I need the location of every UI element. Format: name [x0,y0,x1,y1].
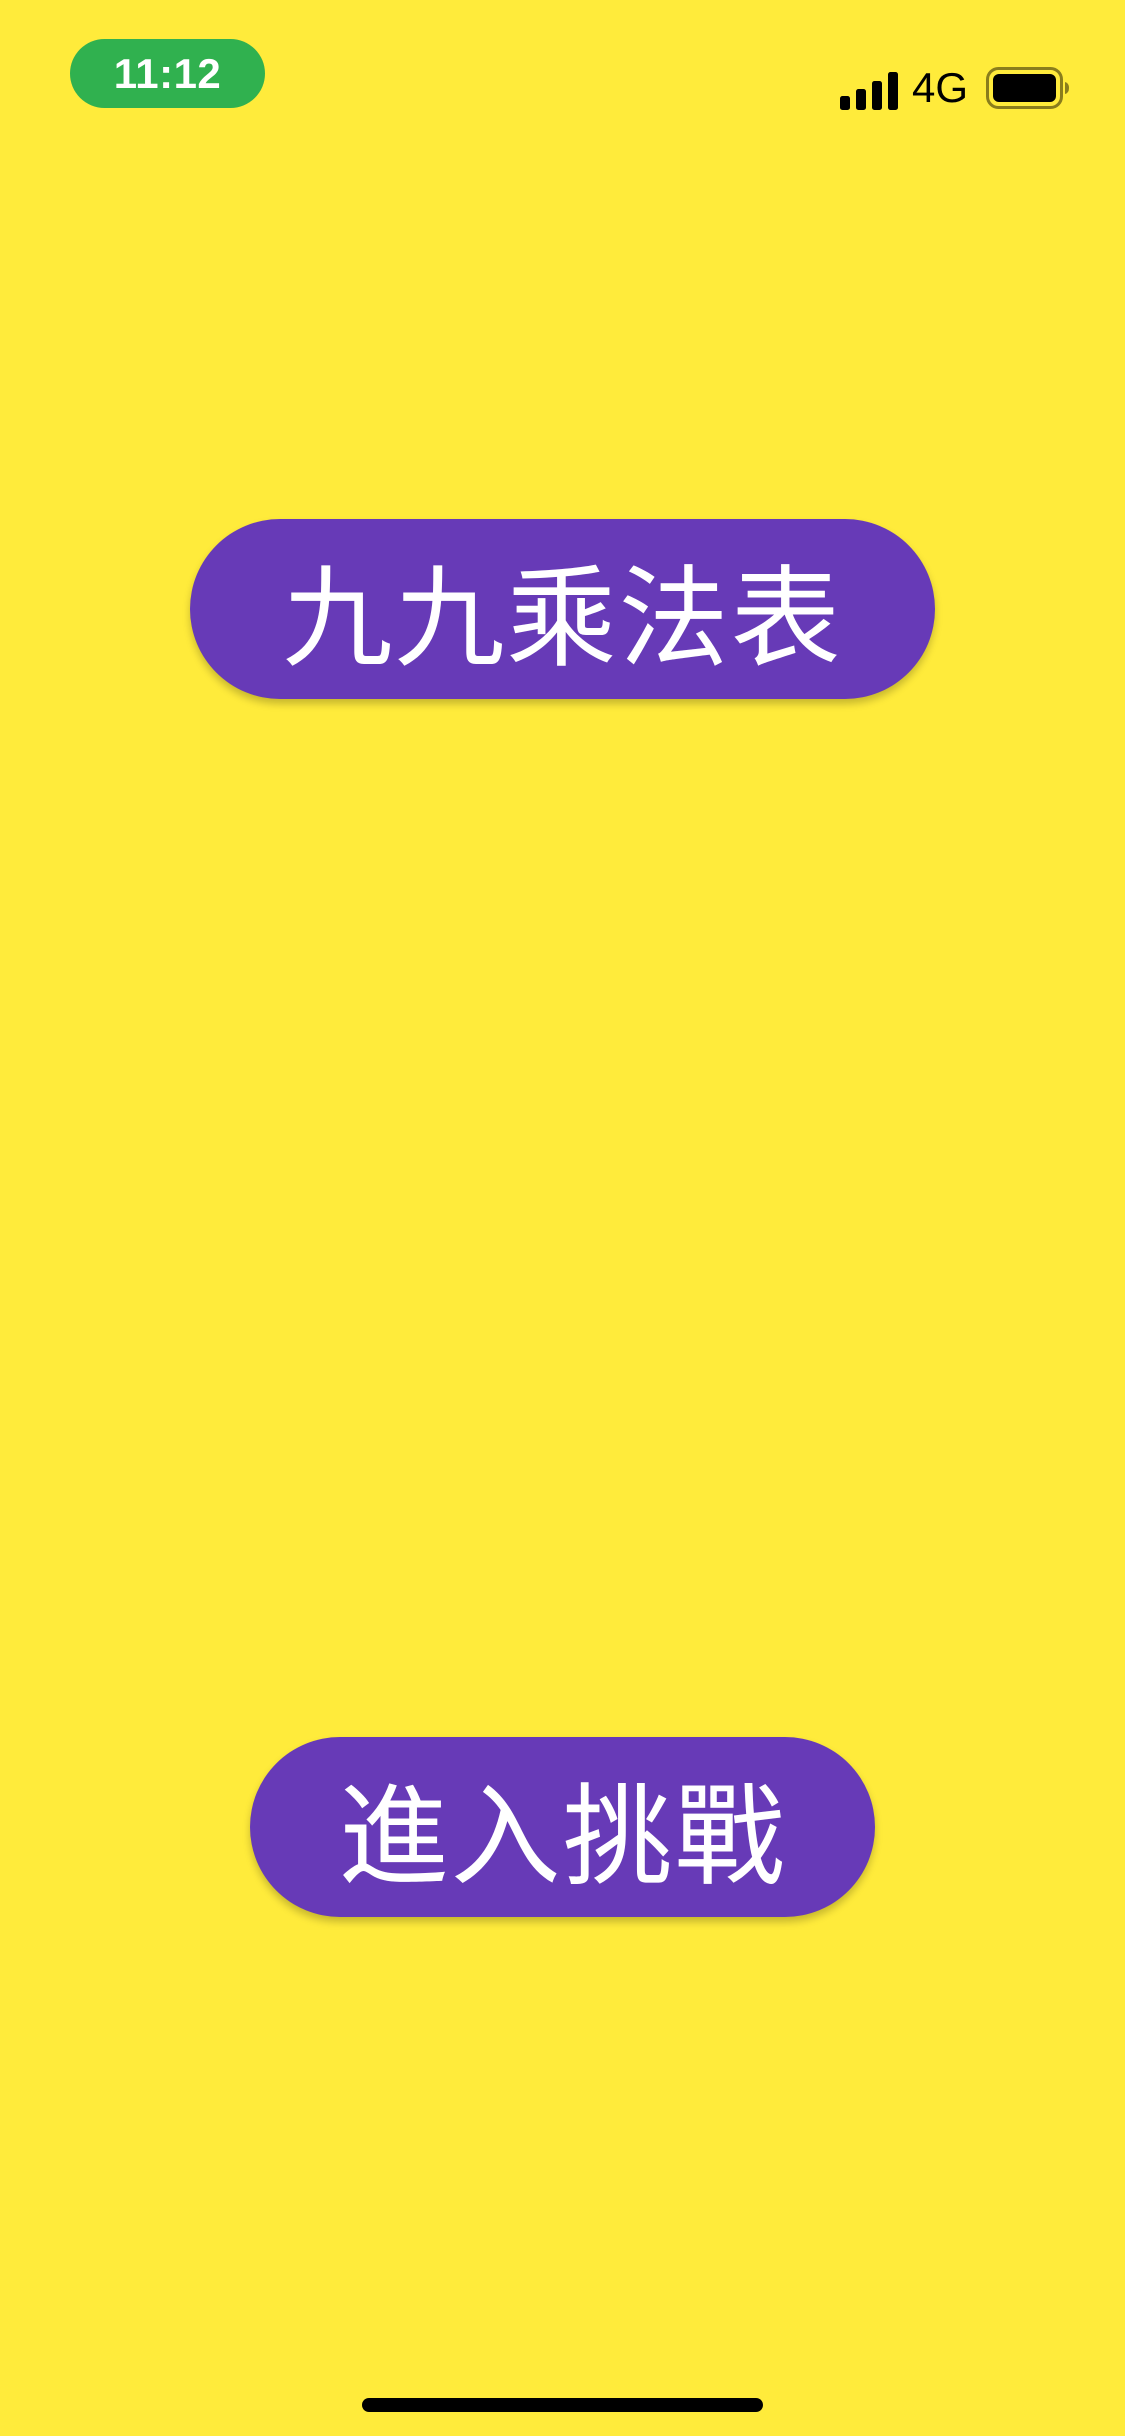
status-bar: 11:12 4G [0,0,1125,140]
multiplication-table-button[interactable]: 九九乘法表 [190,519,935,699]
app-screen: 11:12 4G 九九乘法表 進入挑戰 [0,0,1125,2436]
enter-challenge-button[interactable]: 進入挑戰 [250,1737,875,1917]
status-time: 11:12 [70,39,265,108]
home-indicator[interactable] [362,2398,763,2412]
signal-bars-icon [840,72,898,110]
battery-icon [986,67,1069,109]
network-type-label: 4G [912,64,969,111]
